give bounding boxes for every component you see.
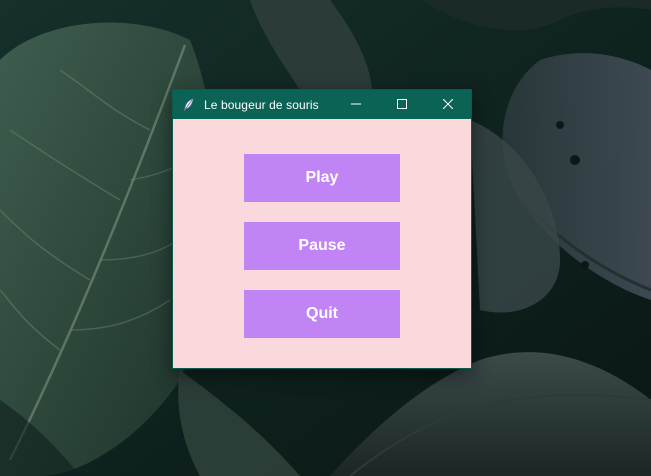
window-content: Play Pause Quit <box>173 119 471 368</box>
play-button[interactable]: Play <box>244 154 400 202</box>
quit-button[interactable]: Quit <box>244 290 400 338</box>
minimize-icon <box>351 96 361 114</box>
title-bar[interactable]: Le bougeur de souris <box>173 90 471 119</box>
window-title: Le bougeur de souris <box>204 97 319 112</box>
maximize-icon <box>397 96 407 114</box>
close-button[interactable] <box>425 90 471 119</box>
pause-button[interactable]: Pause <box>244 222 400 270</box>
minimize-button[interactable] <box>333 90 379 119</box>
app-window: Le bougeur de souris Play Pause Quit <box>172 89 472 369</box>
feather-icon <box>182 98 196 112</box>
close-icon <box>442 96 454 114</box>
maximize-button[interactable] <box>379 90 425 119</box>
window-controls <box>333 90 471 119</box>
